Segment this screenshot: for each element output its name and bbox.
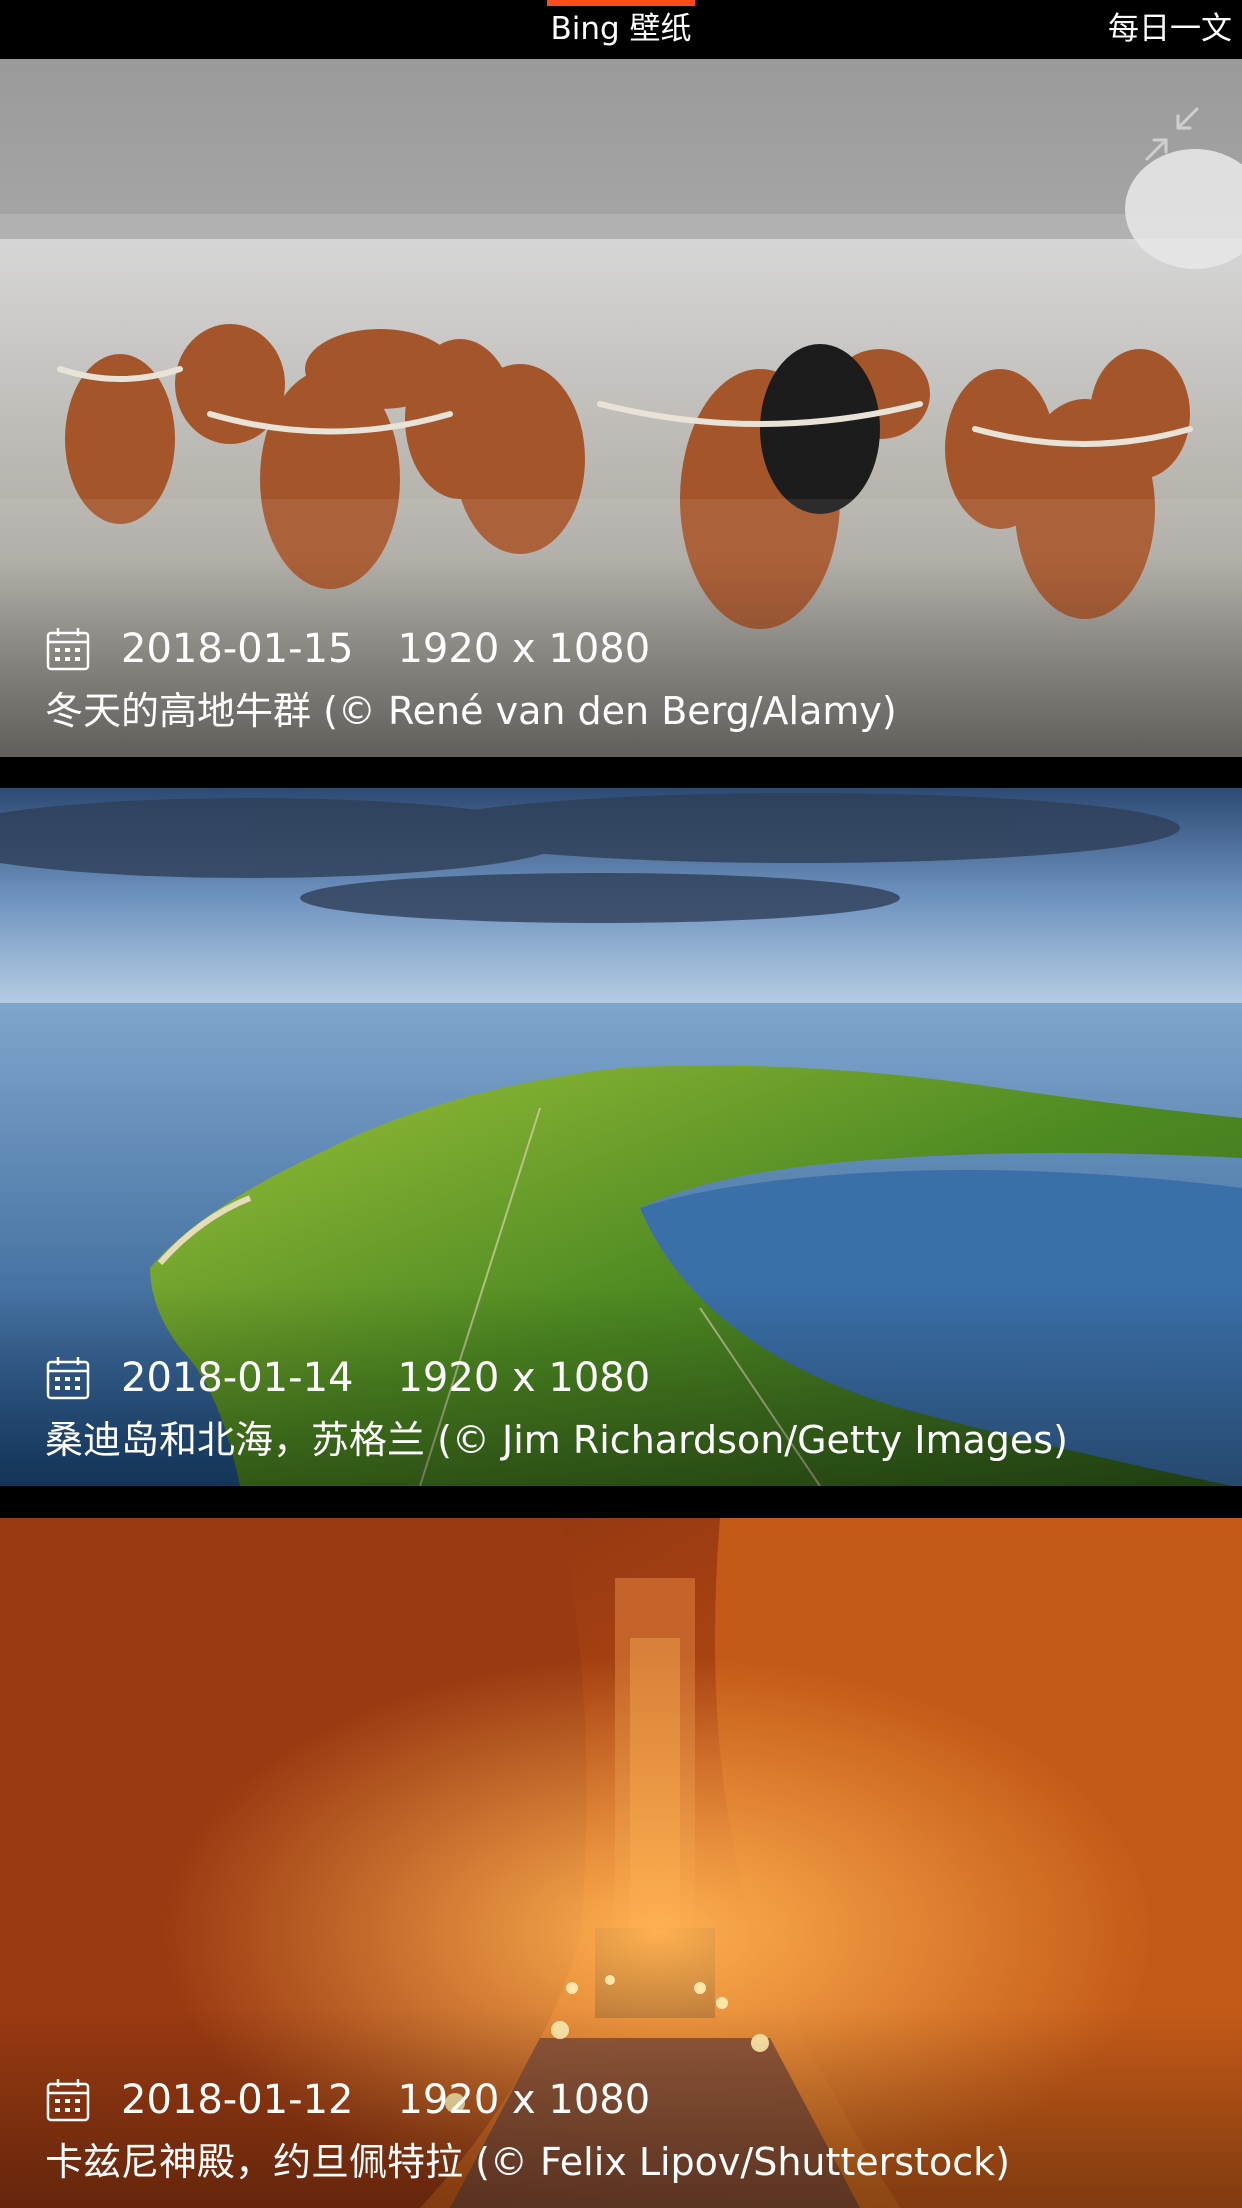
calendar-icon	[46, 628, 90, 671]
wallpaper-meta: 2018-01-14 1920 x 1080	[45, 1355, 650, 1401]
collapse-icon[interactable]	[1142, 104, 1202, 164]
wallpaper-resolution: 1920 x 1080	[397, 626, 651, 672]
wallpaper-card[interactable]: 2018-01-12 1920 x 1080 卡兹尼神殿，约旦佩特拉 (© Fe…	[0, 1518, 1242, 2208]
wallpaper-card[interactable]: 2018-01-14 1920 x 1080 桑迪岛和北海，苏格兰 (© Jim…	[0, 788, 1242, 1486]
calendar-icon	[46, 2079, 90, 2122]
tab-daily-article[interactable]: 每日一文	[1108, 0, 1232, 59]
wallpaper-meta: 2018-01-15 1920 x 1080	[45, 626, 650, 672]
calendar-icon	[46, 1357, 90, 1400]
wallpaper-resolution: 1920 x 1080	[397, 2077, 651, 2123]
wallpaper-date: 2018-01-14	[121, 1355, 354, 1401]
wallpaper-card[interactable]: 2018-01-15 1920 x 1080 冬天的高地牛群 (© René v…	[0, 59, 1242, 757]
tab-daily-label: 每日一文	[1108, 11, 1232, 47]
wallpaper-resolution: 1920 x 1080	[397, 1355, 651, 1401]
wallpaper-date: 2018-01-12	[121, 2077, 354, 2123]
tab-bing-wallpaper[interactable]: Bing 壁纸	[547, 0, 695, 59]
wallpaper-meta: 2018-01-12 1920 x 1080	[45, 2077, 650, 2123]
active-tab-indicator	[547, 0, 695, 6]
wallpaper-caption: 冬天的高地牛群 (© René van den Berg/Alamy)	[45, 689, 897, 733]
wallpaper-caption: 卡兹尼神殿，约旦佩特拉 (© Felix Lipov/Shutterstock)	[45, 2140, 1010, 2184]
tab-bing-label: Bing 壁纸	[550, 11, 692, 47]
wallpaper-caption: 桑迪岛和北海，苏格兰 (© Jim Richardson/Getty Image…	[45, 1418, 1068, 1462]
top-tab-bar: Bing 壁纸 每日一文	[0, 0, 1242, 59]
wallpaper-date: 2018-01-15	[121, 626, 354, 672]
